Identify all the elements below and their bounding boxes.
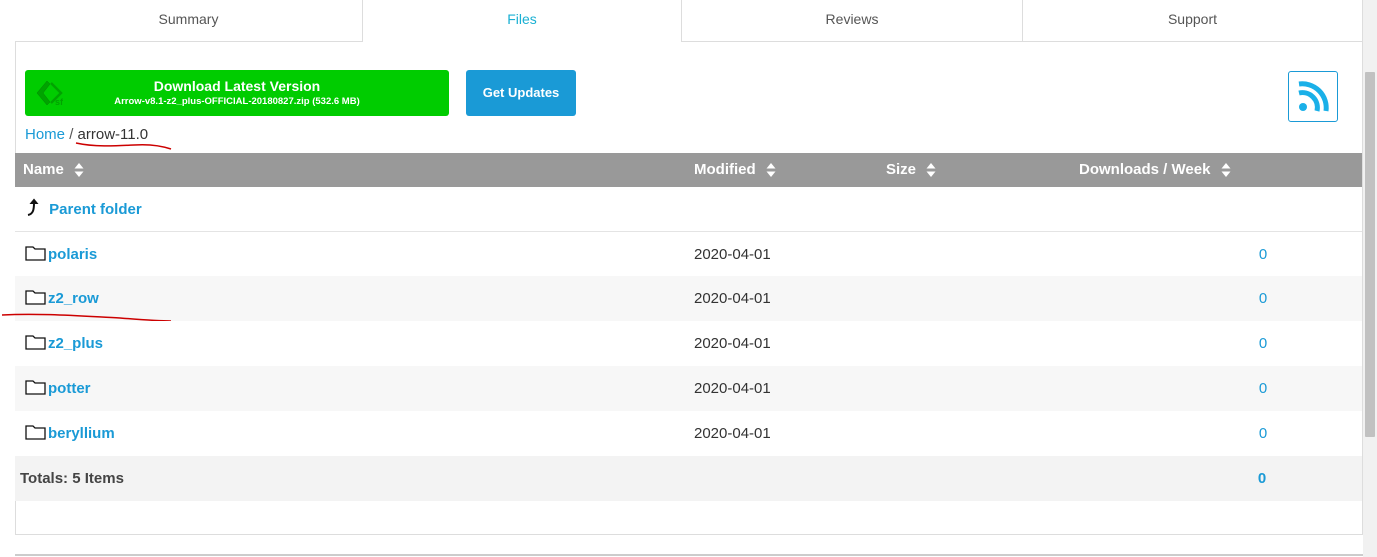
tab-support[interactable]: Support	[1023, 0, 1363, 42]
modified-cell: 2020-04-01	[694, 246, 771, 263]
folder-link[interactable]: z2_row	[48, 290, 99, 307]
breadcrumb: Home / arrow-11.0	[25, 126, 148, 143]
folder-icon	[25, 335, 46, 350]
tab-reviews[interactable]: Reviews	[682, 0, 1023, 42]
downloads-cell[interactable]: 0	[1253, 366, 1273, 411]
table-header: Name Modified Size Downloads / Week	[15, 153, 1362, 187]
modified-cell: 2020-04-01	[694, 290, 771, 307]
get-updates-button[interactable]: Get Updates	[466, 70, 576, 116]
breadcrumb-home-link[interactable]: Home	[25, 126, 65, 143]
table-row: z2_row 2020-04-01 0	[15, 276, 1362, 321]
modified-cell: 2020-04-01	[694, 425, 771, 442]
folder-link[interactable]: potter	[48, 380, 91, 397]
downloads-cell[interactable]: 0	[1253, 321, 1273, 366]
sort-icon	[1221, 163, 1231, 178]
sort-icon	[74, 163, 84, 178]
footer-divider	[15, 554, 1363, 556]
content-border	[15, 534, 1363, 535]
scrollbar-thumb[interactable]	[1365, 72, 1375, 437]
folder-link[interactable]: beryllium	[48, 425, 115, 442]
column-header-downloads[interactable]: Downloads / Week	[1079, 153, 1231, 187]
download-title: Download Latest Version	[153, 78, 321, 94]
breadcrumb-separator: /	[69, 126, 74, 143]
table-row: polaris 2020-04-01 0	[15, 232, 1362, 277]
name-cell: z2_plus	[25, 321, 103, 366]
download-latest-button[interactable]: sf Download Latest Version Arrow-v8.1-z2…	[25, 70, 449, 116]
folder-icon	[25, 246, 46, 261]
downloads-cell[interactable]: 0	[1253, 276, 1273, 321]
totals-label: Totals: 5 Items	[20, 470, 124, 487]
downloads-cell[interactable]: 0	[1253, 232, 1273, 277]
table-row: z2_plus 2020-04-01 0	[15, 321, 1362, 366]
parent-folder-link[interactable]: Parent folder	[49, 201, 142, 218]
modified-cell: 2020-04-01	[694, 335, 771, 352]
download-filename: Arrow-v8.1-z2_plus-OFFICIAL-20180827.zip…	[114, 96, 360, 107]
folder-icon	[25, 290, 46, 305]
sort-icon	[766, 163, 776, 178]
table-row: beryllium 2020-04-01 0	[15, 411, 1362, 456]
modified-cell: 2020-04-01	[694, 380, 771, 397]
parent-folder-cell: Parent folder	[25, 187, 142, 232]
column-header-name[interactable]: Name	[23, 153, 84, 187]
totals-row: Totals: 5 Items 0	[15, 456, 1362, 501]
up-arrow-icon	[27, 198, 39, 217]
name-cell: beryllium	[25, 411, 115, 456]
name-cell: polaris	[25, 232, 97, 277]
name-cell: z2_row	[25, 276, 99, 321]
folder-icon	[25, 425, 46, 440]
sort-icon	[926, 163, 936, 178]
rss-icon	[1298, 81, 1329, 112]
parent-folder-row[interactable]: Parent folder	[15, 187, 1362, 232]
totals-downloads: 0	[1257, 470, 1267, 487]
column-header-modified[interactable]: Modified	[694, 153, 776, 187]
column-header-size[interactable]: Size	[886, 153, 936, 187]
name-cell: potter	[25, 366, 91, 411]
folder-link[interactable]: z2_plus	[48, 335, 103, 352]
tab-summary[interactable]: Summary	[15, 0, 363, 42]
rss-button[interactable]	[1288, 71, 1338, 122]
folder-icon	[25, 380, 46, 395]
tab-files[interactable]: Files	[363, 0, 682, 42]
downloads-cell[interactable]: 0	[1253, 411, 1273, 456]
table-row: potter 2020-04-01 0	[15, 366, 1362, 411]
tab-bar: Summary Files Reviews Support	[15, 0, 1363, 42]
breadcrumb-current: arrow-11.0	[77, 126, 149, 143]
folder-link[interactable]: polaris	[48, 246, 97, 263]
